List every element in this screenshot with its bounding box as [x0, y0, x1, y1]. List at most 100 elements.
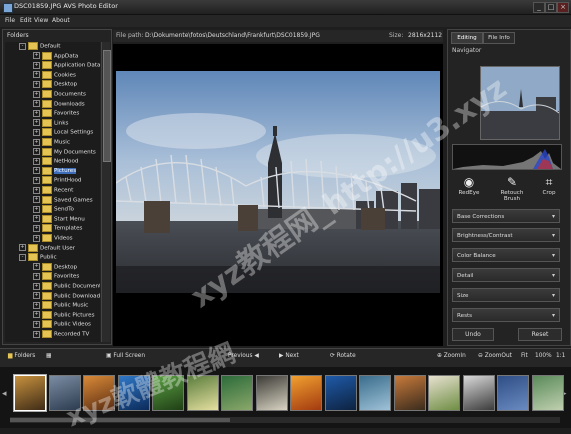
thumbnail[interactable]	[14, 375, 46, 411]
folder-tree-item[interactable]: + Public Downloads	[33, 291, 100, 301]
expand-icon[interactable]: +	[33, 311, 40, 319]
expand-icon[interactable]: +	[33, 71, 40, 79]
ratio-button[interactable]: 1:1	[556, 353, 565, 359]
folder-tree-item[interactable]: + Saved Games	[33, 195, 93, 205]
thumbnail[interactable]	[428, 375, 460, 411]
thumbnail[interactable]	[531, 375, 564, 411]
expand-icon[interactable]: +	[33, 119, 40, 127]
expand-icon[interactable]: +	[33, 148, 40, 156]
expand-icon[interactable]: +	[33, 224, 40, 232]
thumbnail[interactable]	[497, 375, 529, 411]
grid-view-button[interactable]: ▦	[46, 353, 51, 359]
expand-icon[interactable]: +	[33, 109, 40, 117]
folder-tree-item[interactable]: + NetHood	[33, 157, 78, 166]
folder-tree-item[interactable]: + Default User	[19, 243, 75, 253]
expand-icon[interactable]: +	[33, 138, 40, 146]
expand-icon[interactable]: +	[33, 263, 40, 271]
redeye-tool[interactable]: ◉ RedEye	[452, 175, 486, 196]
folder-tree-item[interactable]: + Local Settings	[33, 128, 93, 137]
folder-tree-item[interactable]: + Public Videos	[33, 320, 91, 329]
folder-tree-item[interactable]: + Recorded TV	[33, 330, 89, 339]
rests-dropdown[interactable]: Rests ▾	[452, 308, 560, 322]
crop-tool[interactable]: ⌗ Crop	[536, 175, 562, 196]
collapse-icon[interactable]: -	[19, 253, 26, 261]
expand-icon[interactable]: +	[33, 234, 40, 242]
expand-icon[interactable]: +	[33, 301, 40, 309]
expand-icon[interactable]: +	[33, 186, 40, 194]
menu-edit[interactable]: Edit	[20, 17, 32, 24]
folder-tree-item[interactable]: - Default	[19, 42, 60, 51]
thumbnail[interactable]	[221, 375, 253, 411]
expand-icon[interactable]: +	[33, 80, 40, 88]
expand-icon[interactable]: +	[33, 196, 40, 204]
thumbnail[interactable]	[255, 375, 288, 411]
folder-tree-item[interactable]: + Desktop	[33, 262, 77, 272]
fit-button[interactable]: Fit	[521, 353, 528, 359]
folder-tree-item[interactable]: + PrintHood	[33, 176, 81, 185]
expand-icon[interactable]: +	[33, 205, 40, 213]
expand-icon[interactable]: +	[33, 167, 40, 175]
folder-tree-item[interactable]: + My Documents	[33, 147, 96, 157]
tab-editing[interactable]: Editing	[451, 32, 483, 44]
tab-file-info[interactable]: File Info	[483, 32, 515, 44]
thumbnail[interactable]	[393, 375, 426, 411]
folder-tree-item[interactable]: + Documents	[33, 90, 86, 99]
size-dropdown[interactable]: Size ▾	[452, 288, 560, 302]
folder-tree-item[interactable]: + Cookies	[33, 70, 76, 80]
thumbnail[interactable]	[324, 375, 357, 411]
next-button[interactable]: ▶ Next	[279, 353, 299, 359]
expand-icon[interactable]: +	[33, 52, 40, 60]
menu-about[interactable]: About	[52, 17, 70, 24]
fullscreen-button[interactable]: ▣ Full Screen	[106, 353, 145, 359]
color-balance-dropdown[interactable]: Color Balance ▾	[452, 248, 560, 262]
undo-button[interactable]: Undo	[452, 328, 494, 341]
folder-tree-item[interactable]: + Templates	[33, 224, 82, 233]
minimize-button[interactable]: _	[533, 2, 545, 13]
folder-tree-item[interactable]: + Public Documents	[33, 282, 100, 291]
expand-icon[interactable]: +	[33, 176, 40, 184]
rotate-button[interactable]: ⟳ Rotate	[330, 353, 356, 359]
expand-icon[interactable]: +	[33, 330, 40, 338]
retouch-brush-tool[interactable]: ✎ Retouch Brush	[492, 175, 532, 202]
image-viewer[interactable]	[113, 44, 443, 346]
folder-tree-item[interactable]: + Videos	[33, 234, 73, 243]
zoom-in-button[interactable]: ⊕ ZoomIn	[437, 353, 466, 359]
menu-view[interactable]: View	[34, 17, 48, 24]
folders-toggle[interactable]: ▆ Folders	[8, 353, 35, 359]
expand-icon[interactable]: +	[33, 100, 40, 108]
expand-icon[interactable]: +	[19, 244, 26, 252]
folder-tree-item[interactable]: + Links	[33, 118, 68, 128]
folder-tree-item[interactable]: + Start Menu	[33, 214, 85, 224]
thumbnail[interactable]	[290, 375, 322, 411]
expand-icon[interactable]: +	[33, 320, 40, 328]
detail-dropdown[interactable]: Detail ▾	[452, 268, 560, 282]
folder-tree-item[interactable]: + Favorites	[33, 109, 79, 118]
folder-tree-item[interactable]: - Public	[19, 253, 57, 262]
folder-tree-item[interactable]: + Favorites	[33, 272, 79, 281]
thumbnail[interactable]	[359, 375, 391, 411]
folder-tree-item[interactable]: + Music	[33, 138, 70, 147]
scrollbar-thumb[interactable]	[103, 50, 111, 162]
expand-icon[interactable]: +	[33, 282, 40, 290]
filmstrip-left-arrow[interactable]: ◂	[2, 389, 7, 399]
expand-icon[interactable]: +	[33, 157, 40, 165]
menu-file[interactable]: File	[5, 17, 15, 24]
folder-tree-item[interactable]: + SendTo	[33, 205, 74, 214]
folder-tree-scrollbar[interactable]	[101, 42, 111, 342]
thumbnail[interactable]	[462, 375, 495, 411]
brightness-contrast-dropdown[interactable]: Brightness/Contrast ▾	[452, 228, 560, 242]
folder-tree-item[interactable]: + Pictures	[33, 166, 77, 176]
filmstrip-scrollbar-thumb[interactable]	[10, 418, 230, 422]
collapse-icon[interactable]: -	[19, 42, 26, 50]
folder-tree-item[interactable]: + AppData	[33, 51, 78, 61]
folder-tree-item[interactable]: + Recent	[33, 186, 73, 195]
expand-icon[interactable]: +	[33, 90, 40, 98]
base-corrections-dropdown[interactable]: Base Corrections ▾	[452, 209, 560, 223]
close-button[interactable]: ×	[557, 2, 569, 13]
expand-icon[interactable]: +	[33, 292, 40, 300]
folder-tree-item[interactable]: + Downloads	[33, 99, 85, 109]
expand-icon[interactable]: +	[33, 272, 40, 280]
zoom-out-button[interactable]: ⊖ ZoomOut	[478, 353, 512, 359]
expand-icon[interactable]: +	[33, 128, 40, 136]
expand-icon[interactable]: +	[33, 215, 40, 223]
